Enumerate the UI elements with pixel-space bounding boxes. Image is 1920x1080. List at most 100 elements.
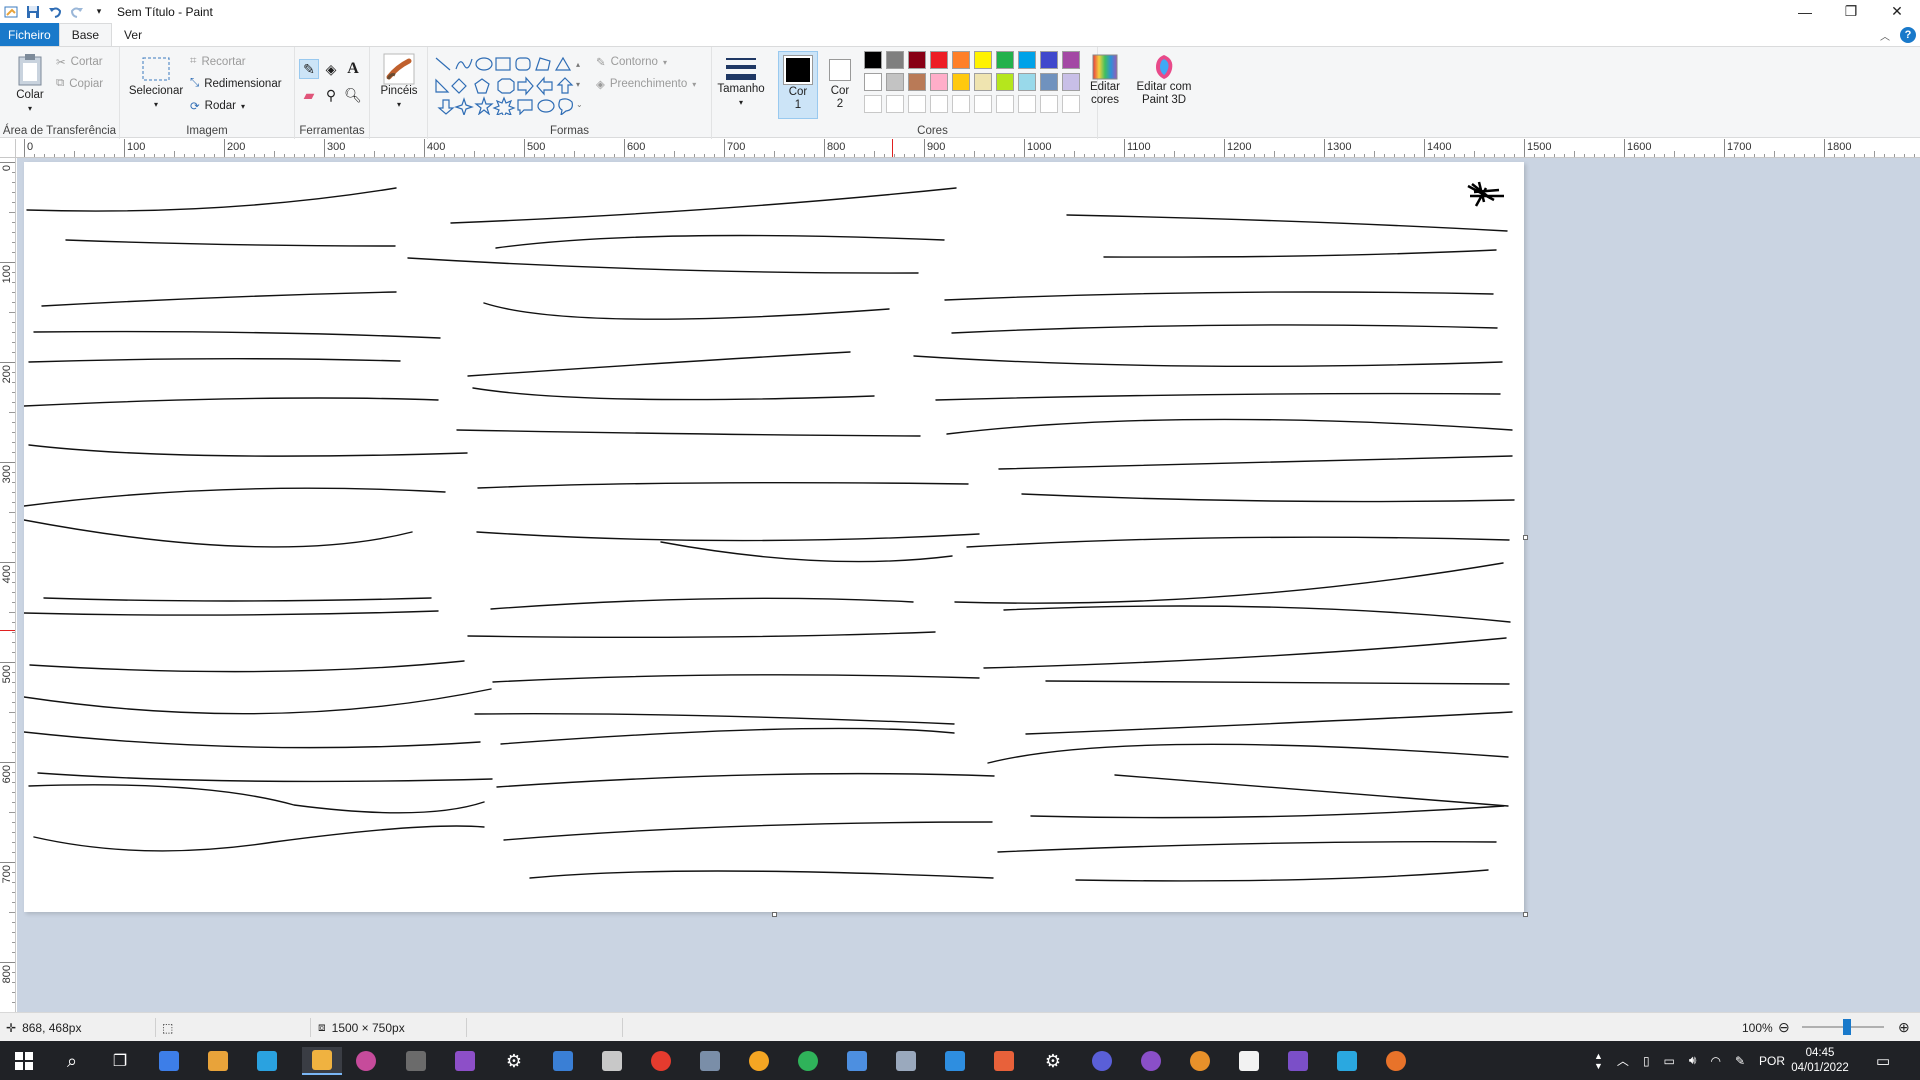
- palette-swatch[interactable]: [886, 51, 904, 69]
- palette-swatch-empty[interactable]: [1040, 95, 1058, 113]
- close-button[interactable]: ✕: [1874, 0, 1920, 23]
- shapes-scroll[interactable]: ▴ ▾ ⌄: [576, 55, 583, 115]
- cut-button[interactable]: ✂ Cortar: [56, 55, 103, 69]
- palette-swatch-empty[interactable]: [930, 95, 948, 113]
- palette-swatch[interactable]: [908, 73, 926, 91]
- file-icon[interactable]: [1235, 1047, 1263, 1075]
- size-button[interactable]: Tamanho ▾: [716, 55, 766, 109]
- clock[interactable]: 04:45 04/01/2022: [1791, 1041, 1849, 1080]
- collapse-ribbon-icon[interactable]: ︿: [1880, 28, 1890, 43]
- app-icon-1[interactable]: [155, 1047, 183, 1075]
- wifi-icon[interactable]: ◠: [1710, 1054, 1720, 1068]
- resize-handle-right[interactable]: [1523, 535, 1528, 540]
- edit-colors-button[interactable]: Editar cores: [1085, 53, 1125, 107]
- zoom-slider-thumb[interactable]: [1843, 1019, 1851, 1035]
- fill-button[interactable]: ◈ Preenchimento ▾: [596, 77, 696, 91]
- app-icon-9[interactable]: [549, 1047, 577, 1075]
- brushes-button[interactable]: Pincéis ▾: [377, 53, 421, 111]
- palette-swatch-empty[interactable]: [974, 95, 992, 113]
- palette-swatch[interactable]: [1018, 51, 1036, 69]
- minimize-button[interactable]: —: [1782, 0, 1828, 23]
- palette-swatch[interactable]: [1018, 73, 1036, 91]
- palette-swatch[interactable]: [864, 51, 882, 69]
- edit-paint3d-button[interactable]: Editar com Paint 3D: [1134, 53, 1194, 107]
- copy-button[interactable]: ⧉ Copiar: [56, 77, 103, 90]
- app-icon-25[interactable]: [1333, 1047, 1361, 1075]
- palette-swatch[interactable]: [1062, 73, 1080, 91]
- app-icon-14[interactable]: [794, 1047, 822, 1075]
- resize-handle-bottom[interactable]: [772, 912, 777, 917]
- tab-home[interactable]: Base: [58, 23, 113, 46]
- app-icon-2[interactable]: [204, 1047, 232, 1075]
- github-icon[interactable]: [1137, 1047, 1165, 1075]
- palette-swatch-empty[interactable]: [886, 95, 904, 113]
- palette-swatch[interactable]: [996, 73, 1014, 91]
- palette-swatch-empty[interactable]: [952, 95, 970, 113]
- battery-icon[interactable]: ▭: [1664, 1054, 1675, 1068]
- app-icon-22[interactable]: [1186, 1047, 1214, 1075]
- fill-bucket-icon[interactable]: ◈: [321, 59, 341, 79]
- crop-button[interactable]: ⌗ Recortar: [190, 55, 246, 68]
- drawing-canvas[interactable]: [23, 162, 1524, 912]
- palette-swatch[interactable]: [996, 51, 1014, 69]
- volume-icon[interactable]: 🔊︎: [1689, 1053, 1697, 1068]
- palette-swatch[interactable]: [1040, 73, 1058, 91]
- tray-scroll-icon[interactable]: ▲ ▼: [1594, 1051, 1603, 1071]
- resize-handle-corner[interactable]: [1523, 912, 1528, 917]
- pen-icon[interactable]: ✎: [1735, 1054, 1745, 1068]
- notifications-icon[interactable]: ▭: [1876, 1041, 1890, 1080]
- palette-swatch[interactable]: [952, 73, 970, 91]
- zoom-out-button[interactable]: ⊖: [1778, 1013, 1790, 1042]
- camera-icon[interactable]: [892, 1047, 920, 1075]
- pencil-icon[interactable]: ✎: [299, 59, 319, 79]
- app-icon-15[interactable]: [843, 1047, 871, 1075]
- palette-swatch[interactable]: [886, 73, 904, 91]
- app-icon-10[interactable]: [598, 1047, 626, 1075]
- magnifier-icon[interactable]: 🔍︎: [343, 85, 363, 105]
- outline-button[interactable]: ✎ Contorno ▾: [596, 55, 667, 69]
- palette-swatch[interactable]: [930, 51, 948, 69]
- eraser-icon[interactable]: ▰: [299, 85, 319, 105]
- app-icon-3[interactable]: [253, 1047, 281, 1075]
- show-hidden-icons-icon[interactable]: ︿: [1617, 1052, 1629, 1069]
- restore-button[interactable]: ❐: [1828, 0, 1874, 23]
- app-icon-26[interactable]: [1382, 1047, 1410, 1075]
- palette-swatch[interactable]: [974, 73, 992, 91]
- app-icon-13[interactable]: [745, 1047, 773, 1075]
- language-indicator[interactable]: POR: [1759, 1054, 1785, 1068]
- app-icon-6[interactable]: [402, 1047, 430, 1075]
- palette-swatch[interactable]: [974, 51, 992, 69]
- palette-swatch[interactable]: [1062, 51, 1080, 69]
- select-button[interactable]: Selecionar ▾: [128, 55, 184, 111]
- help-icon[interactable]: ?: [1900, 27, 1916, 43]
- palette-swatch[interactable]: [864, 73, 882, 91]
- undo-icon[interactable]: [47, 4, 63, 20]
- paint-taskbar-icon[interactable]: [302, 1047, 342, 1075]
- start-button[interactable]: [10, 1047, 38, 1075]
- search-icon[interactable]: ⌕: [58, 1047, 86, 1075]
- redo-icon[interactable]: [69, 4, 85, 20]
- palette-swatch[interactable]: [1040, 51, 1058, 69]
- palette-swatch-empty[interactable]: [1062, 95, 1080, 113]
- color-picker-icon[interactable]: ⚲: [321, 85, 341, 105]
- paste-button[interactable]: Colar ▾: [12, 53, 48, 115]
- palette-swatch-empty[interactable]: [864, 95, 882, 113]
- settings-icon[interactable]: ⚙: [1039, 1047, 1067, 1075]
- tab-view[interactable]: Ver: [112, 23, 154, 46]
- tab-file[interactable]: Ficheiro: [0, 23, 59, 46]
- app-icon-17[interactable]: [941, 1047, 969, 1075]
- app-icon-18[interactable]: [990, 1047, 1018, 1075]
- app-icon-5[interactable]: [352, 1047, 380, 1075]
- phone-icon[interactable]: ▯: [1643, 1054, 1650, 1068]
- text-icon[interactable]: A: [343, 59, 363, 79]
- palette-swatch-empty[interactable]: [1018, 95, 1036, 113]
- settings-gear-icon[interactable]: ⚙: [500, 1047, 528, 1075]
- color2-button[interactable]: Cor 2: [822, 51, 858, 111]
- palette-swatch[interactable]: [908, 51, 926, 69]
- shapes-gallery[interactable]: [434, 55, 594, 115]
- palette-swatch-empty[interactable]: [908, 95, 926, 113]
- app-icon-11[interactable]: [647, 1047, 675, 1075]
- rotate-button[interactable]: ⟳ Rodar ▾: [190, 99, 245, 113]
- app-icon-20[interactable]: [1088, 1047, 1116, 1075]
- palette-swatch[interactable]: [930, 73, 948, 91]
